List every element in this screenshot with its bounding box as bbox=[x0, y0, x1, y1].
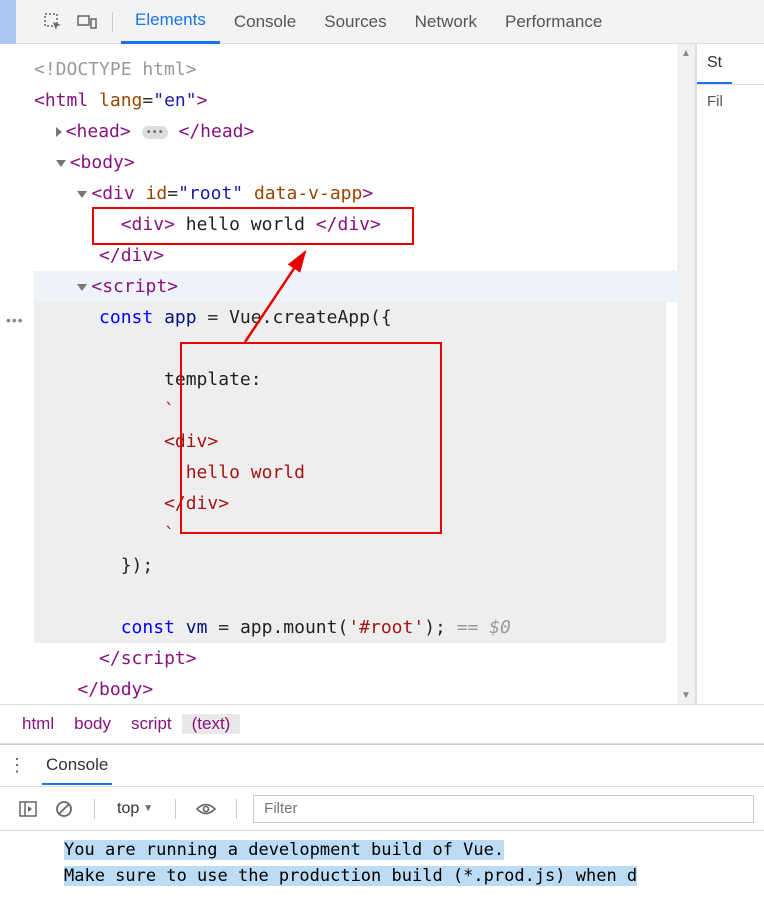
breadcrumb-text[interactable]: (text) bbox=[182, 714, 241, 734]
styles-panel: St Fil bbox=[696, 44, 764, 704]
tab-styles[interactable]: St bbox=[697, 44, 732, 84]
dom-tree[interactable]: <!DOCTYPE html> <html lang="en"> <head> … bbox=[0, 44, 695, 704]
tab-performance[interactable]: Performance bbox=[491, 0, 616, 44]
devtools-tab-bar: Elements Console Sources Network Perform… bbox=[0, 0, 764, 44]
dom-tree-panel[interactable]: ••• <!DOCTYPE html> <html lang="en"> <he… bbox=[0, 44, 696, 704]
inspect-element-icon[interactable] bbox=[38, 7, 68, 37]
context-selector[interactable]: top ▼ bbox=[111, 800, 159, 818]
eye-icon[interactable] bbox=[192, 795, 220, 823]
styles-filter-label[interactable]: Fil bbox=[697, 85, 764, 118]
collapsed-ellipsis-icon[interactable]: ••• bbox=[142, 126, 168, 139]
context-label: top bbox=[117, 800, 139, 818]
divider bbox=[112, 12, 113, 32]
console-drawer: ⋮ Console top ▼ You are running a develo… bbox=[0, 744, 764, 889]
tab-elements[interactable]: Elements bbox=[121, 0, 220, 44]
console-drawer-tab[interactable]: Console bbox=[42, 747, 112, 785]
collapse-icon[interactable] bbox=[77, 284, 87, 291]
scrollbar[interactable]: ▲ ▼ bbox=[677, 44, 695, 704]
doctype-node[interactable]: <!DOCTYPE html> bbox=[34, 59, 197, 80]
overflow-dots-icon[interactable]: ••• bbox=[6, 312, 24, 328]
divider bbox=[94, 799, 95, 819]
console-toolbar: top ▼ bbox=[0, 787, 764, 831]
scroll-up-icon[interactable]: ▲ bbox=[677, 44, 695, 62]
chevron-down-icon: ▼ bbox=[143, 803, 153, 814]
kebab-menu-icon[interactable]: ⋮ bbox=[8, 755, 26, 776]
breadcrumb-html[interactable]: html bbox=[12, 714, 64, 734]
breadcrumb-script[interactable]: script bbox=[121, 714, 182, 734]
console-message-line[interactable]: You are running a development build of V… bbox=[64, 840, 504, 860]
main-area: ••• <!DOCTYPE html> <html lang="en"> <he… bbox=[0, 44, 764, 704]
scroll-down-icon[interactable]: ▼ bbox=[677, 686, 695, 704]
collapse-icon[interactable] bbox=[56, 160, 66, 167]
tab-sources[interactable]: Sources bbox=[310, 0, 400, 44]
device-toggle-icon[interactable] bbox=[72, 7, 102, 37]
clear-console-icon[interactable] bbox=[50, 795, 78, 823]
gutter: ••• bbox=[0, 44, 30, 704]
console-messages[interactable]: You are running a development build of V… bbox=[0, 831, 764, 889]
divider bbox=[236, 799, 237, 819]
console-message-line[interactable]: Make sure to use the production build (*… bbox=[64, 866, 637, 886]
divider bbox=[175, 799, 176, 819]
breadcrumb-body[interactable]: body bbox=[64, 714, 121, 734]
toggle-sidebar-icon[interactable] bbox=[14, 795, 42, 823]
selection-strip bbox=[0, 0, 16, 44]
expand-icon[interactable] bbox=[56, 127, 62, 137]
tab-console[interactable]: Console bbox=[220, 0, 310, 44]
collapse-icon[interactable] bbox=[77, 191, 87, 198]
tab-network[interactable]: Network bbox=[401, 0, 491, 44]
dom-breadcrumb: html body script (text) bbox=[0, 704, 764, 744]
console-filter-input[interactable] bbox=[253, 795, 754, 823]
